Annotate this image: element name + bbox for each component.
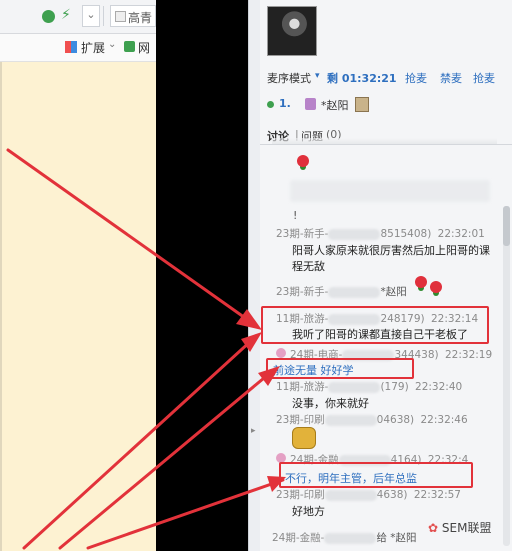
- arrow-line: [22, 338, 254, 550]
- arrow-line: [86, 478, 285, 550]
- arrowhead: [258, 366, 280, 386]
- annotation-arrows: [6, 148, 286, 550]
- arrowhead: [236, 309, 262, 330]
- arrow-line: [6, 148, 250, 322]
- arrowhead: [267, 476, 286, 492]
